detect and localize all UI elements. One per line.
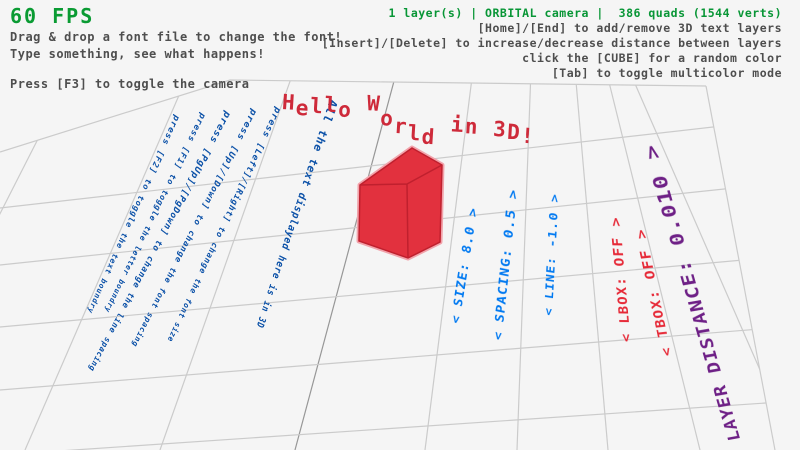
hint-multicolor: [Tab] to toggle multicolor mode [322, 66, 782, 81]
hint-layers: [Home]/[End] to add/remove 3D text layer… [322, 21, 782, 36]
hud-left: 60 FPS Drag & drop a font file to change… [10, 4, 342, 92]
hint-type: Type something, see what happens! [10, 46, 342, 62]
hud-right: 1 layer(s) | ORBITAL camera | 386 quads … [322, 6, 782, 81]
fps-counter: 60 FPS [10, 4, 342, 28]
hint-camera-toggle: Press [F3] to toggle the camera [10, 76, 342, 92]
status-line: 1 layer(s) | ORBITAL camera | 386 quads … [322, 6, 782, 21]
hint-drag-drop: Drag & drop a font file to change the fo… [10, 29, 342, 45]
raylib-text-draw3d-window: Hello World in 3D! press [F2] to toggle … [0, 0, 800, 450]
hint-cube-color: click the [CUBE] for a random color [322, 51, 782, 66]
hint-layer-distance: [Insert]/[Delete] to increase/decrease d… [322, 36, 782, 51]
